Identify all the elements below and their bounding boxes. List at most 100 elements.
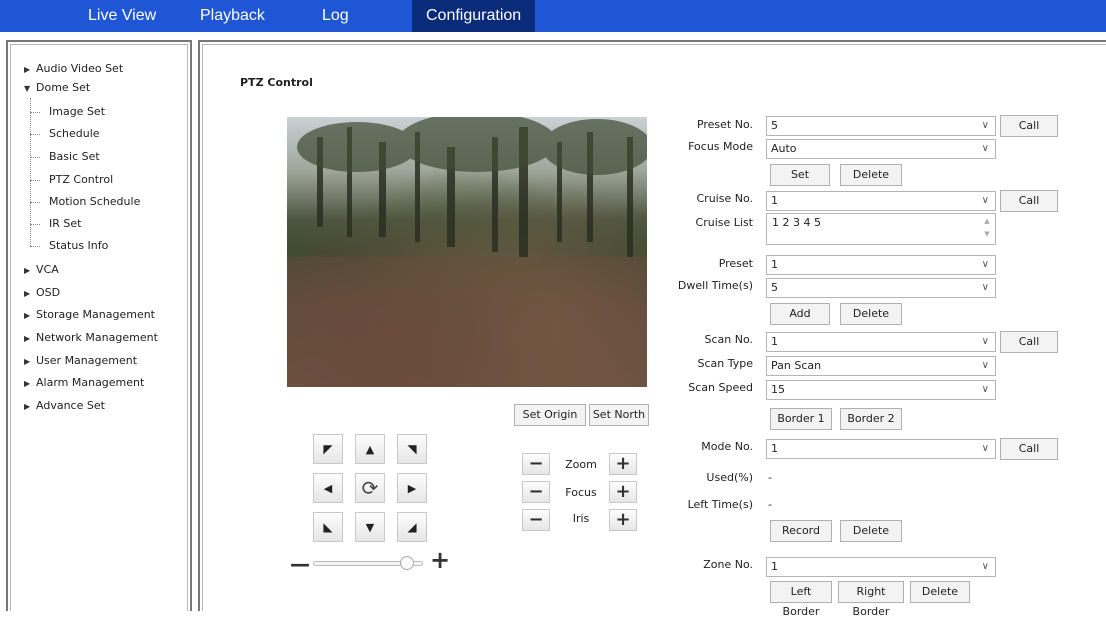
sidebar-item-dome-set[interactable]: ▼ Dome Set [24,79,90,97]
record-button[interactable]: Record [770,520,832,542]
sidebar-item-user-management[interactable]: ▶ User Management [24,352,137,370]
chevron-down-icon: ∨ [981,282,989,293]
scan-type-select[interactable]: Pan Scan ∨ [766,356,996,376]
border-2-button[interactable]: Border 2 [840,408,902,430]
sidebar-item-schedule[interactable]: Schedule [49,125,100,143]
sidebar-item-advance-set[interactable]: ▶ Advance Set [24,397,105,415]
refresh-icon: ⟳ [361,476,379,500]
sidebar-item-image-set[interactable]: Image Set [49,103,105,121]
zoom-out-button[interactable]: − [522,453,550,475]
cruise-add-button[interactable]: Add [770,303,830,325]
preset-no-label: Preset No. [696,118,753,131]
chevron-down-icon: ∨ [981,336,989,347]
dwell-time-select[interactable]: 5 ∨ [766,278,996,298]
chevron-down-icon: ∨ [981,259,989,270]
top-nav-bar: Live View Playback Log Configuration [0,0,1106,32]
preset-call-button[interactable]: Call [1000,115,1058,137]
video-scene [287,117,647,387]
zone-delete-button[interactable]: Delete [910,581,970,603]
pan-down-button[interactable]: ▼ [355,512,385,542]
pan-right-button[interactable]: ▶ [397,473,427,503]
focus-mode-label: Focus Mode [688,140,753,153]
cruise-delete-button[interactable]: Delete [840,303,902,325]
caret-right-icon: ▶ [24,379,31,388]
focus-near-button[interactable]: − [522,481,550,503]
scan-type-label: Scan Type [697,357,753,370]
caret-right-icon: ▶ [24,289,31,298]
caret-right-icon: ▶ [24,402,31,411]
chevron-down-icon: ∨ [981,384,989,395]
dwell-time-label: Dwell Time(s) [677,279,753,292]
sidebar-item-motion-schedule[interactable]: Motion Schedule [49,193,140,211]
zone-no-label: Zone No. [703,558,753,571]
auto-rotate-button[interactable]: ⟳ [355,473,385,503]
scan-speed-select[interactable]: 15 ∨ [766,380,996,400]
set-north-button[interactable]: Set North [589,404,649,426]
preset-set-button[interactable]: Set [770,164,830,186]
mode-call-button[interactable]: Call [1000,438,1058,460]
tab-configuration[interactable]: Configuration [412,0,536,32]
pan-up-left-button[interactable]: ◤ [313,434,343,464]
used-value: - [768,471,772,484]
scan-no-label: Scan No. [704,333,753,346]
cruise-call-button[interactable]: Call [1000,190,1058,212]
scrollbar[interactable]: ▲ ▼ [981,215,993,243]
pan-down-left-button[interactable]: ◣ [313,512,343,542]
sidebar-item-basic-set[interactable]: Basic Set [49,148,100,166]
cruise-list-textarea[interactable]: 1 2 3 4 5 ▲ ▼ [766,213,996,245]
iris-close-button[interactable]: − [522,509,550,531]
sidebar-item-ir-set[interactable]: IR Set [49,215,81,233]
left-border-button[interactable]: Left Border [770,581,832,618]
preset-delete-button[interactable]: Delete [840,164,902,186]
arrow-right-icon: ▶ [407,481,417,495]
arrow-down-icon: ▼ [365,520,375,534]
border-1-button[interactable]: Border 1 [770,408,832,430]
pan-left-button[interactable]: ◀ [313,473,343,503]
cruise-no-select[interactable]: 1 ∨ [766,191,996,211]
speed-slider-handle[interactable] [399,556,414,570]
zone-no-select[interactable]: 1 ∨ [766,557,996,577]
cruise-list-label: Cruise List [695,216,753,229]
scan-call-button[interactable]: Call [1000,331,1058,353]
sidebar-item-alarm-management[interactable]: ▶ Alarm Management [24,374,144,392]
page-title: PTZ Control [240,76,313,89]
sidebar-item-ptz-control[interactable]: PTZ Control [49,171,113,189]
sidebar-item-status-info[interactable]: Status Info [49,237,108,255]
sidebar-item-network-management[interactable]: ▶ Network Management [24,329,158,347]
pan-down-right-button[interactable]: ◢ [397,512,427,542]
mode-delete-button[interactable]: Delete [840,520,902,542]
chevron-down-icon: ∨ [981,360,989,371]
right-border-button[interactable]: Right Border [838,581,904,618]
chevron-down-icon: ∨ [981,195,989,206]
caret-right-icon: ▶ [24,65,31,74]
mode-no-select[interactable]: 1 ∨ [766,439,996,459]
scan-no-select[interactable]: 1 ∨ [766,332,996,352]
sidebar-item-storage-management[interactable]: ▶ Storage Management [24,306,155,324]
pan-up-right-button[interactable]: ◥ [397,434,427,464]
focus-label: Focus [565,486,597,499]
caret-down-icon: ▼ [24,84,31,93]
arrow-up-left-icon: ◤ [323,442,333,456]
sidebar-item-vca[interactable]: ▶ VCA [24,261,59,279]
arrow-down-left-icon: ◣ [323,520,333,534]
caret-right-icon: ▶ [24,266,31,275]
pan-up-button[interactable]: ▲ [355,434,385,464]
tab-live-view[interactable]: Live View [88,0,156,32]
preset-select[interactable]: 1 ∨ [766,255,996,275]
speed-increase-icon[interactable]: + [430,548,450,572]
live-video-view[interactable] [287,117,647,387]
chevron-down-icon: ∨ [981,120,989,131]
arrow-up-right-icon: ◥ [407,442,417,456]
set-origin-button[interactable]: Set Origin [514,404,586,426]
tab-playback[interactable]: Playback [200,0,265,32]
arrow-left-icon: ◀ [323,481,333,495]
sidebar-item-osd[interactable]: ▶ OSD [24,284,60,302]
preset-no-select[interactable]: 5 ∨ [766,116,996,136]
arrow-down-right-icon: ◢ [407,520,417,534]
focus-mode-select[interactable]: Auto ∨ [766,139,996,159]
preset-label: Preset [718,257,753,270]
speed-decrease-icon[interactable]: — [290,552,310,576]
tab-log[interactable]: Log [322,0,349,32]
left-time-value: - [768,498,772,511]
sidebar-item-audio-video-set[interactable]: ▶ Audio Video Set [24,60,123,78]
